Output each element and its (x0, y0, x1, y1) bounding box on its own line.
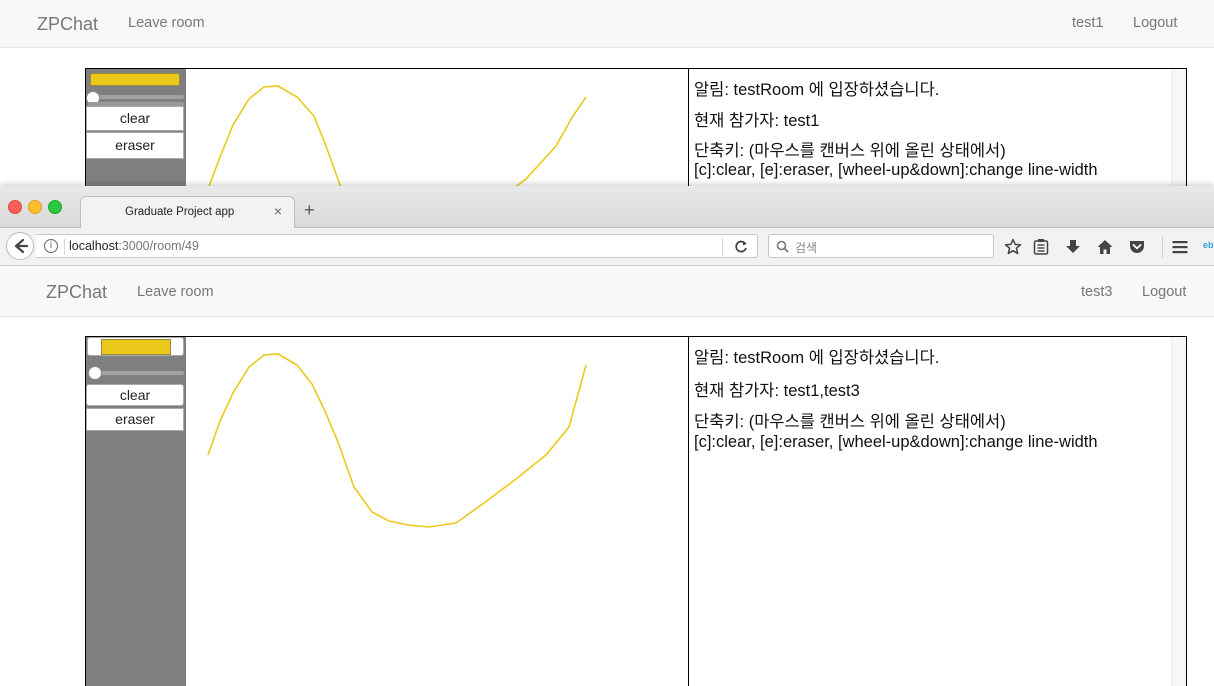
back-window: ZPChat Leave room test1 Logout clear era… (0, 0, 1214, 188)
home-icon[interactable] (1096, 238, 1114, 256)
reading-list-icon[interactable] (1032, 238, 1050, 256)
room-panel: clear eraser 알림: testRoom 에 입장하셨습니다. 현재 … (85, 336, 1187, 686)
leave-room-link[interactable]: Leave room (128, 15, 205, 31)
shortcut-title: 단축키: (마우스를 캔버스 위에 올린 상태에서) (694, 413, 1006, 431)
chat-panel: 알림: testRoom 에 입장하셨습니다. 현재 참가자: test1 단축… (689, 69, 1186, 188)
close-window-icon[interactable] (8, 200, 22, 214)
username-link[interactable]: test3 (1081, 284, 1112, 300)
color-swatch (101, 339, 171, 355)
navigation-toolbar: i localhost:3000/room/49 검색 eb (0, 228, 1214, 266)
color-picker[interactable] (90, 73, 180, 86)
toolbox: clear eraser (86, 337, 186, 686)
brand-link[interactable]: ZPChat (37, 14, 98, 35)
shortcut-title: 단축키: (마우스를 캔버스 위에 올린 상태에서) (694, 142, 1006, 160)
slider-thumb[interactable] (88, 366, 102, 380)
search-placeholder: 검색 (795, 241, 818, 255)
participants-text: 현재 참가자: test1,test3 (694, 382, 860, 400)
url-host: localhost (69, 239, 119, 253)
shortcut-keys: [c]:clear, [e]:eraser, [wheel-up&down]:c… (694, 161, 1098, 179)
url-path: :3000/room/49 (118, 239, 199, 253)
toolbar-divider (1162, 236, 1163, 258)
clear-button[interactable]: clear (86, 384, 184, 406)
pocket-icon[interactable] (1128, 238, 1146, 256)
drawing-stroke (207, 85, 587, 188)
drawing-stroke (207, 353, 587, 528)
chat-scrollbar[interactable] (1171, 337, 1186, 686)
eraser-button[interactable]: eraser (86, 408, 184, 431)
zoom-window-icon[interactable] (48, 200, 62, 214)
search-input[interactable]: 검색 (768, 234, 994, 258)
eraser-button[interactable]: eraser (86, 132, 184, 159)
participants-text: 현재 참가자: test1 (694, 112, 820, 130)
color-picker[interactable] (87, 337, 184, 356)
drawing-canvas[interactable] (186, 69, 689, 188)
tab-close-icon[interactable]: × (274, 203, 282, 219)
search-icon (776, 240, 789, 253)
back-icon[interactable] (6, 232, 34, 260)
logout-link[interactable]: Logout (1133, 15, 1177, 31)
chat-panel: 알림: testRoom 에 입장하셨습니다. 현재 참가자: test1,te… (689, 337, 1186, 686)
new-tab-icon[interactable]: + (304, 200, 315, 221)
info-icon[interactable]: i (44, 239, 58, 253)
tab-title: Graduate Project app (125, 206, 235, 218)
download-icon[interactable] (1064, 238, 1082, 256)
shortcut-keys: [c]:clear, [e]:eraser, [wheel-up&down]:c… (694, 433, 1098, 451)
brand-link[interactable]: ZPChat (46, 282, 107, 303)
chat-scrollbar[interactable] (1171, 69, 1186, 188)
url-divider (64, 239, 65, 255)
clear-button[interactable]: clear (86, 106, 184, 131)
bookmark-star-icon[interactable] (1004, 238, 1022, 256)
leave-room-link[interactable]: Leave room (137, 284, 214, 300)
toolbox: clear eraser (86, 69, 186, 188)
navbar: ZPChat Leave room test1 Logout (0, 0, 1214, 48)
url-text[interactable]: localhost:3000/room/49 (69, 239, 199, 253)
notice-text: 알림: testRoom 에 입장하셨습니다. (694, 349, 940, 367)
line-width-slider[interactable] (88, 95, 184, 99)
url-divider-right (722, 238, 723, 256)
notice-text: 알림: testRoom 에 입장하셨습니다. (694, 81, 940, 99)
room-panel: clear eraser 알림: testRoom 에 입장하셨습니다. 현재 … (85, 68, 1187, 188)
tab-bar: Graduate Project app × + (0, 186, 1214, 228)
url-bar[interactable]: i localhost:3000/room/49 (36, 234, 758, 258)
line-width-slider[interactable] (88, 371, 184, 375)
browser-tab[interactable]: Graduate Project app × (80, 196, 295, 228)
front-browser-window: Graduate Project app × + i localhost:300… (0, 186, 1214, 686)
drawing-canvas[interactable] (186, 337, 689, 686)
menu-icon[interactable] (1171, 238, 1189, 256)
minimize-window-icon[interactable] (28, 200, 42, 214)
username-link[interactable]: test1 (1072, 15, 1103, 31)
logout-link[interactable]: Logout (1142, 284, 1186, 300)
reload-icon[interactable] (733, 239, 749, 255)
extension-icon[interactable]: eb (1203, 240, 1214, 250)
navbar: ZPChat Leave room test3 Logout (0, 266, 1214, 317)
